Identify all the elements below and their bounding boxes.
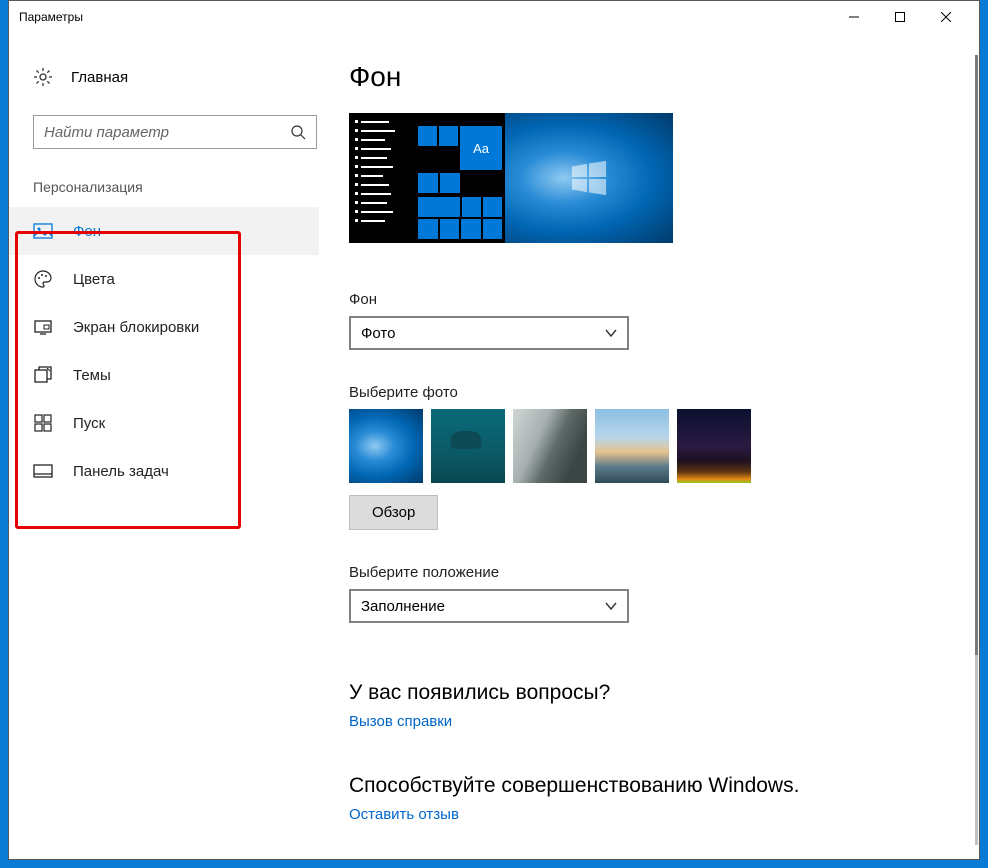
bg-type-dropdown[interactable]: Фото	[349, 316, 629, 350]
thumb-5[interactable]	[677, 409, 751, 483]
search-icon	[290, 124, 306, 140]
thumb-4[interactable]	[595, 409, 669, 483]
scrollbar[interactable]	[975, 55, 978, 845]
page-title: Фон	[349, 61, 949, 93]
chevron-down-icon	[605, 600, 617, 612]
fit-value: Заполнение	[361, 598, 605, 615]
thumb-2[interactable]	[431, 409, 505, 483]
maximize-icon	[895, 12, 905, 22]
windows-logo-icon	[570, 159, 608, 197]
nav-label: Панель задач	[73, 463, 169, 480]
palette-icon	[33, 269, 53, 289]
browse-button[interactable]: Обзор	[349, 495, 438, 530]
nav-label: Темы	[73, 367, 111, 384]
search-input[interactable]: Найти параметр	[33, 115, 317, 149]
home-label: Главная	[71, 69, 128, 86]
titlebar: Параметры	[9, 1, 979, 33]
nav-label: Фон	[73, 223, 101, 240]
photo-thumbnails	[349, 409, 949, 483]
bg-type-value: Фото	[361, 325, 605, 342]
nav-label: Цвета	[73, 271, 115, 288]
bg-type-label: Фон	[349, 291, 949, 308]
sidebar: Главная Найти параметр Персонализация	[9, 33, 319, 859]
preview-tile-text: Aa	[460, 126, 502, 170]
themes-icon	[33, 365, 53, 385]
settings-window: Параметры Глав	[8, 0, 980, 860]
minimize-button[interactable]	[831, 1, 877, 33]
improve-title: Способствуйте совершенствованию Windows.	[349, 774, 949, 798]
start-icon	[33, 413, 53, 433]
close-icon	[941, 12, 951, 22]
picture-icon	[33, 221, 53, 241]
window-title: Параметры	[19, 10, 83, 24]
search-placeholder: Найти параметр	[44, 124, 290, 141]
close-button[interactable]	[923, 1, 969, 33]
thumb-1[interactable]	[349, 409, 423, 483]
nav-item-start[interactable]: Пуск	[9, 399, 319, 447]
choose-photo-label: Выберите фото	[349, 384, 949, 401]
feedback-link[interactable]: Оставить отзыв	[349, 806, 459, 823]
help-link[interactable]: Вызов справки	[349, 713, 452, 730]
scrollbar-thumb[interactable]	[975, 55, 978, 655]
nav-item-themes[interactable]: Темы	[9, 351, 319, 399]
gear-icon	[33, 67, 53, 87]
nav-item-colors[interactable]: Цвета	[9, 255, 319, 303]
desktop-preview: Aa	[349, 113, 673, 243]
chevron-down-icon	[605, 327, 617, 339]
minimize-icon	[849, 12, 859, 22]
nav-item-lockscreen[interactable]: Экран блокировки	[9, 303, 319, 351]
fit-label: Выберите положение	[349, 564, 949, 581]
maximize-button[interactable]	[877, 1, 923, 33]
main-content: Фон	[319, 33, 979, 859]
section-label: Персонализация	[33, 179, 319, 195]
thumb-3[interactable]	[513, 409, 587, 483]
nav-list: Фон Цвета Экран блокир	[9, 201, 319, 495]
nav-item-taskbar[interactable]: Панель задач	[9, 447, 319, 495]
browse-label: Обзор	[372, 504, 415, 521]
fit-dropdown[interactable]: Заполнение	[349, 589, 629, 623]
taskbar-icon	[33, 461, 53, 481]
nav-label: Пуск	[73, 415, 105, 432]
nav-item-background[interactable]: Фон	[9, 207, 319, 255]
preview-wallpaper	[505, 113, 673, 243]
questions-title: У вас появились вопросы?	[349, 681, 949, 705]
nav-label: Экран блокировки	[73, 319, 199, 336]
lockscreen-icon	[33, 317, 53, 337]
home-button[interactable]: Главная	[9, 57, 319, 97]
